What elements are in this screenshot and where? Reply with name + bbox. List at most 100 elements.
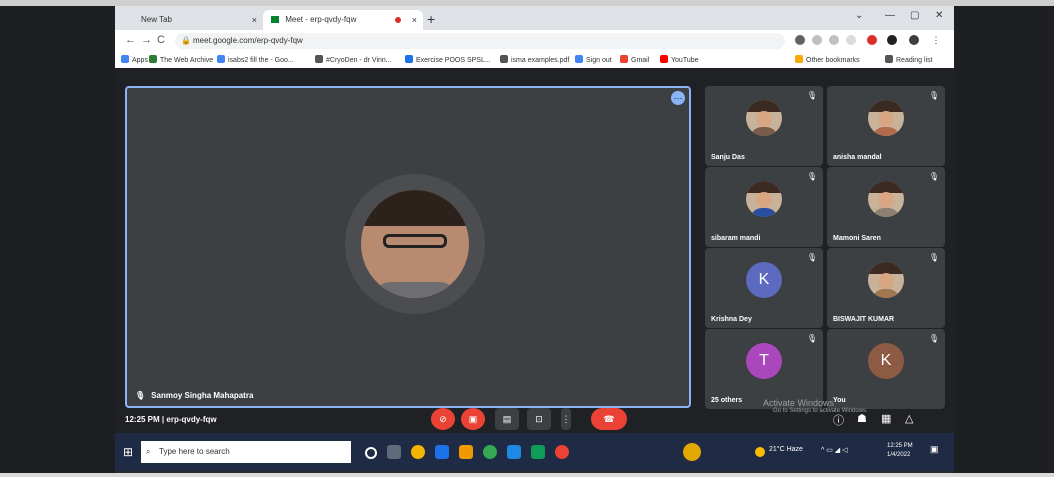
participant-tile[interactable]: 🎙 K You — [827, 329, 945, 409]
bookmark-icon — [500, 55, 508, 63]
reload-icon[interactable]: C — [157, 34, 165, 46]
puzzle-icon[interactable] — [887, 35, 897, 45]
participant-name: anisha mandal — [833, 154, 882, 161]
close-icon[interactable]: × — [252, 10, 257, 30]
close-window-icon[interactable]: ✕ — [935, 10, 943, 21]
maximize-icon[interactable]: ▢ — [910, 10, 919, 21]
participant-tile[interactable]: 🎙 Sanju Das — [705, 86, 823, 166]
back-arrow-icon[interactable]: ← — [125, 34, 136, 46]
cortana-icon[interactable] — [365, 447, 377, 459]
people-icon[interactable]: ☗ — [857, 412, 867, 425]
bookmark-isma[interactable]: isma examples.pdf — [500, 55, 569, 64]
avatar — [868, 262, 904, 298]
leave-call-button[interactable]: ☎ — [591, 408, 627, 430]
avatar-initial: K — [880, 352, 892, 369]
edge-icon[interactable] — [507, 445, 521, 459]
bookmark-icon — [315, 55, 323, 63]
address-bar: ← → C 🔒 meet.google.com/erp-qvdy-fqw ⋮ — [115, 30, 954, 52]
bookmark-web-archive[interactable]: The Web Archive — [149, 55, 213, 64]
activities-icon[interactable]: △ — [905, 412, 913, 425]
participant-name: Sanju Das — [711, 154, 745, 161]
lock-icon: 🔒 — [181, 36, 191, 45]
more-options-button[interactable]: ⋮ — [561, 408, 571, 430]
glasses-shape — [383, 234, 447, 248]
muted-mic-icon: 🎙 — [806, 334, 817, 343]
gmail-icon — [620, 55, 628, 63]
meeting-time-and-code: 12:25 PM | erp-qvdy-fqw — [125, 415, 217, 424]
participant-tile[interactable]: 🎙 Mamoni Saren — [827, 167, 945, 247]
muted-mic-icon: 🎙 — [928, 172, 939, 181]
chevron-down-icon[interactable]: ⌄ — [855, 10, 863, 21]
media-icon[interactable] — [555, 445, 569, 459]
menu-kebab-icon[interactable]: ⋮ — [931, 35, 941, 45]
participant-tile[interactable]: 🎙 anisha mandal — [827, 86, 945, 166]
chrome-icon[interactable] — [411, 445, 425, 459]
folder-icon — [795, 55, 803, 63]
pin-icon[interactable]: ⋯ — [671, 91, 685, 105]
bookmark-youtube[interactable]: YouTube — [660, 55, 699, 64]
present-screen-button[interactable]: ⊡ — [527, 408, 551, 430]
close-icon[interactable]: × — [412, 10, 417, 30]
tab-new-tab[interactable]: New Tab × — [133, 10, 263, 30]
bookmark-reading-list[interactable]: Reading list — [885, 55, 933, 64]
whatsapp-icon[interactable] — [483, 445, 497, 459]
participant-tile[interactable]: 🎙 K Krishna Dey — [705, 248, 823, 328]
star-icon[interactable] — [846, 35, 856, 45]
chat-icon[interactable]: ▦ — [881, 412, 891, 425]
bookmark-cryoden[interactable]: #CryoDen - dr Vinn... — [315, 55, 392, 64]
system-tray-icons[interactable]: ^ ▭ ◢ ◁ — [821, 446, 848, 454]
search-icon: ⌕ — [146, 447, 151, 456]
avatar-initial: K — [758, 271, 770, 288]
opera-extension-icon[interactable] — [867, 35, 877, 45]
muted-mic-icon: 🎙 — [928, 253, 939, 262]
minimize-icon[interactable]: — — [885, 10, 895, 21]
windows-taskbar: ⊞ ⌕ Type here to search 21°C Haze ^ ▭ ◢ … — [115, 433, 954, 471]
file-explorer-icon[interactable] — [435, 445, 449, 459]
bookmark-apps[interactable]: Apps — [121, 55, 148, 64]
participant-tile[interactable]: 🎙 sibaram mandi — [705, 167, 823, 247]
user-avatar-icon[interactable] — [683, 443, 701, 461]
info-icon[interactable]: ⓘ — [833, 412, 844, 428]
share-icon[interactable] — [812, 35, 822, 45]
participant-tile[interactable]: 🎙 BISWAJIT KUMAR — [827, 248, 945, 328]
mic-off-button[interactable]: ⊘ — [431, 408, 455, 430]
participant-tile[interactable]: 🎙 T 25 others — [705, 329, 823, 409]
participant-name: Krishna Dey — [711, 316, 752, 323]
browser-window: New Tab × Meet - erp-qvdy-fqw × + ⌄ — ▢ … — [115, 6, 954, 471]
monitor-bezel-left — [0, 0, 115, 477]
main-speaker-tile[interactable]: ⋯ 🎙 Sanmoy Singha Mahapatra — [125, 86, 691, 408]
weather-text: 21°C Haze — [769, 446, 803, 453]
captions-button[interactable]: ▤ — [495, 408, 519, 430]
participant-name: Mamoni Saren — [833, 235, 881, 242]
forward-arrow-icon[interactable]: → — [141, 34, 152, 46]
profile-avatar-icon[interactable] — [909, 35, 919, 45]
tab-meet[interactable]: Meet - erp-qvdy-fqw × — [263, 10, 423, 30]
bookmark-exercise[interactable]: Exercise POOS SPSL... — [405, 55, 491, 64]
notification-icon[interactable]: ▣ — [930, 444, 939, 455]
muted-mic-icon: 🎙 — [928, 91, 939, 100]
avatar: T — [746, 343, 782, 379]
bookmark-google[interactable]: isabs2 fill the - Goo... — [217, 55, 294, 64]
camera-status-icon[interactable] — [795, 35, 805, 45]
camera-off-button[interactable]: ▣ — [461, 408, 485, 430]
store-icon[interactable] — [531, 445, 545, 459]
bookmark-other[interactable]: Other bookmarks — [795, 55, 860, 64]
avatar — [746, 100, 782, 136]
new-tab-plus-icon[interactable]: + — [427, 10, 435, 28]
reading-list-icon — [885, 55, 893, 63]
speaker-avatar-ring — [345, 174, 485, 314]
bookmark-icon — [149, 55, 157, 63]
meet-favicon-icon — [271, 16, 279, 23]
bookmark-gmail[interactable]: Gmail — [620, 55, 649, 64]
windows-start-icon[interactable]: ⊞ — [123, 445, 133, 459]
tab-strip: New Tab × Meet - erp-qvdy-fqw × + ⌄ — ▢ … — [115, 6, 954, 30]
system-clock[interactable]: 12:25 PM 1/4/2022 — [887, 442, 913, 460]
extension-icon[interactable] — [829, 35, 839, 45]
bookmark-sign-out[interactable]: Sign out — [575, 55, 612, 64]
url-input[interactable]: 🔒 meet.google.com/erp-qvdy-fqw — [175, 33, 785, 49]
avatar: K — [746, 262, 782, 298]
taskbar-search-input[interactable]: ⌕ Type here to search — [141, 441, 351, 463]
app-icon[interactable] — [459, 445, 473, 459]
task-view-icon[interactable] — [387, 445, 401, 459]
tab-label: New Tab — [141, 15, 172, 24]
